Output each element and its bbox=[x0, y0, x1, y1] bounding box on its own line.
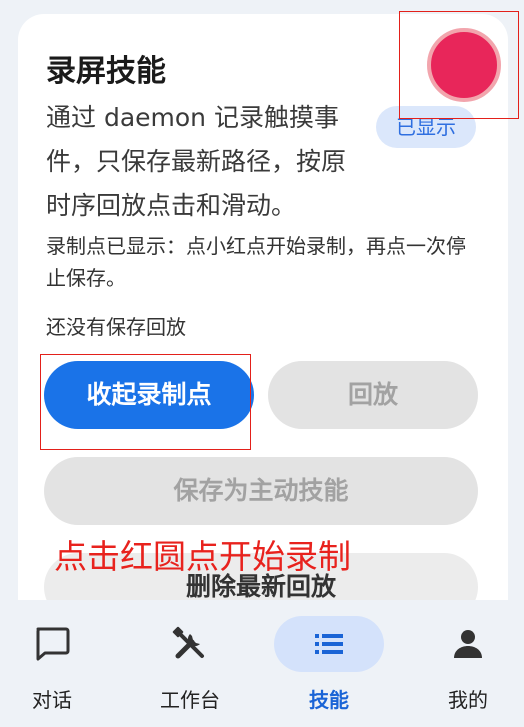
annotation-text: 点击红圆点开始录制 bbox=[54, 537, 351, 576]
nav-item-me[interactable]: 我的 bbox=[408, 600, 524, 727]
tools-icon bbox=[172, 626, 204, 659]
annotation-box-record-dot bbox=[399, 11, 519, 119]
nav-label-workbench: 工作台 bbox=[160, 688, 220, 712]
recording-hint: 录制点已显示：点小红点开始录制，再点一次停止保存。 bbox=[46, 234, 466, 290]
bottom-navigation: 对话 工作台 技能 我的 bbox=[0, 600, 524, 727]
nav-item-skills[interactable]: 技能 bbox=[269, 600, 389, 727]
person-icon bbox=[454, 630, 482, 658]
nav-label-me: 我的 bbox=[448, 688, 488, 712]
save-as-skill-button[interactable]: 保存为主动技能 bbox=[44, 457, 478, 525]
list-icon bbox=[315, 634, 343, 654]
empty-state-text: 还没有保存回放 bbox=[46, 315, 186, 339]
card-title: 录屏技能 bbox=[46, 54, 166, 89]
chat-icon bbox=[36, 627, 70, 661]
nav-item-chat[interactable]: 对话 bbox=[0, 600, 112, 727]
nav-label-chat: 对话 bbox=[32, 688, 72, 712]
nav-item-workbench[interactable]: 工作台 bbox=[130, 600, 250, 727]
card-description: 通过 daemon 记录触摸事件，只保存最新路径，按原时序回放点击和滑动。 bbox=[46, 103, 347, 220]
nav-label-skills: 技能 bbox=[309, 688, 349, 712]
replay-button[interactable]: 回放 bbox=[268, 361, 478, 429]
annotation-box-collapse-button bbox=[40, 354, 251, 450]
